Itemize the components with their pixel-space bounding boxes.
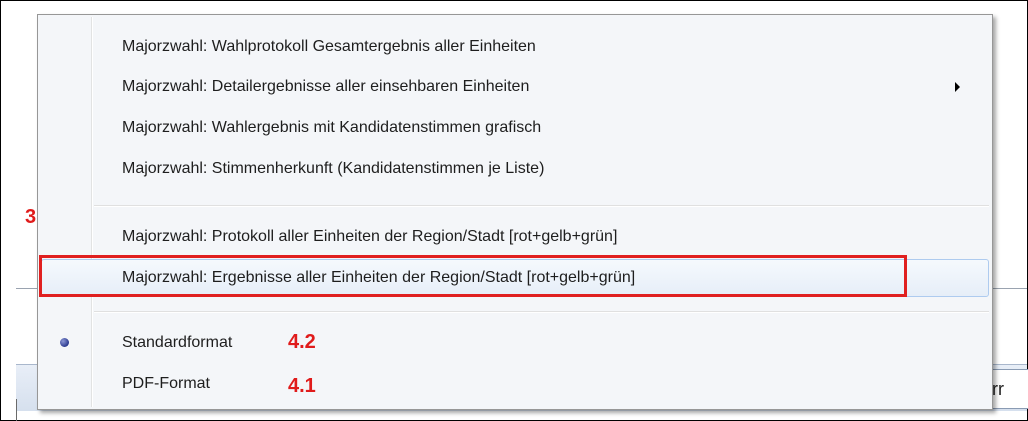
menu-item-wahlergebnis-grafisch[interactable]: Majorzwahl: Wahlergebnis mit Kandidatens… — [41, 109, 989, 147]
menu-item-stimmenherkunft[interactable]: Majorzwahl: Stimmenherkunft (Kandidatens… — [41, 150, 989, 188]
menu-item-label: Majorzwahl: Wahlergebnis mit Kandidatens… — [122, 119, 542, 136]
menu-separator — [94, 205, 989, 207]
highlight-annotation-box — [39, 255, 907, 297]
screenshot-frame: err Majorzwahl: Wahlprotokoll Gesamterge… — [0, 0, 1028, 421]
menu-separator — [94, 311, 989, 313]
menu-item-wahlprotokoll-gesamtergebnis[interactable]: Majorzwahl: Wahlprotokoll Gesamtergebnis… — [41, 28, 989, 66]
menu-item-protokoll-region-stadt[interactable]: Majorzwahl: Protokoll aller Einheiten de… — [41, 218, 989, 256]
menu-item-pdf-format[interactable]: PDF-Format — [41, 365, 989, 403]
background-window-edge — [16, 399, 17, 421]
menu-item-label: Majorzwahl: Wahlprotokoll Gesamtergebnis… — [122, 38, 536, 55]
menu-item-label: Standardformat — [122, 334, 233, 351]
menu-item-label: Majorzwahl: Stimmenherkunft (Kandidatens… — [122, 160, 545, 177]
submenu-arrow-icon — [955, 82, 960, 92]
menu-item-label: Majorzwahl: Detailergebnisse aller einse… — [122, 78, 530, 95]
annotation-step-4-1: 4.1 — [288, 375, 316, 397]
menu-item-label: Majorzwahl: Protokoll aller Einheiten de… — [122, 228, 618, 245]
radio-selected-icon — [60, 338, 69, 347]
menu-item-detailergebnisse[interactable]: Majorzwahl: Detailergebnisse aller einse… — [41, 68, 989, 106]
annotation-step-3: 3 — [25, 206, 37, 228]
context-menu: Majorzwahl: Wahlprotokoll Gesamtergebnis… — [37, 14, 993, 410]
menu-item-label: PDF-Format — [122, 375, 210, 392]
menu-item-standardformat[interactable]: Standardformat — [41, 324, 989, 362]
annotation-step-4-2: 4.2 — [288, 331, 316, 353]
